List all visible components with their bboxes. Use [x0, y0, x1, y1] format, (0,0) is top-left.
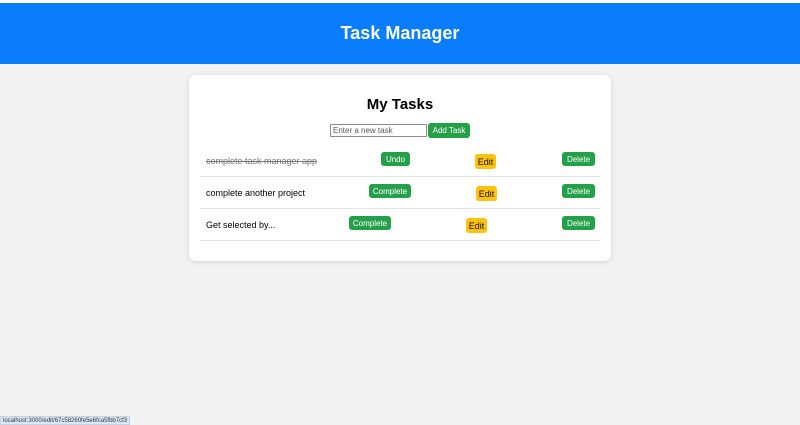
edit-button[interactable]: Edit — [476, 186, 497, 201]
new-task-input[interactable] — [330, 124, 427, 137]
complete-button[interactable]: Complete — [369, 184, 411, 198]
task-row: Get selected by... Complete Edit Delete — [200, 210, 600, 241]
delete-button[interactable]: Delete — [562, 184, 595, 198]
delete-button[interactable]: Delete — [562, 216, 595, 230]
task-text: complete task manager app — [206, 156, 318, 166]
task-row: complete task manager app Undo Edit Dele… — [200, 146, 600, 177]
task-text: Get selected by... — [206, 220, 276, 230]
task-text: complete another project — [206, 188, 306, 198]
complete-button[interactable]: Complete — [349, 216, 391, 230]
edit-button[interactable]: Edit — [466, 218, 487, 233]
card-title: My Tasks — [366, 96, 434, 113]
tasks-card: My Tasks Add Task complete task manager … — [189, 75, 611, 261]
app-title: Task Manager — [340, 23, 460, 43]
add-task-button[interactable]: Add Task — [428, 123, 470, 138]
undo-button[interactable]: Undo — [381, 152, 410, 166]
app-header: Task Manager — [0, 3, 800, 64]
delete-button[interactable]: Delete — [562, 152, 595, 166]
status-bar-url: localhost:3000/edit/67c58260fe5e6fca5fbb… — [0, 416, 131, 425]
task-row: complete another project Complete Edit D… — [200, 178, 600, 209]
edit-button[interactable]: Edit — [475, 154, 496, 169]
